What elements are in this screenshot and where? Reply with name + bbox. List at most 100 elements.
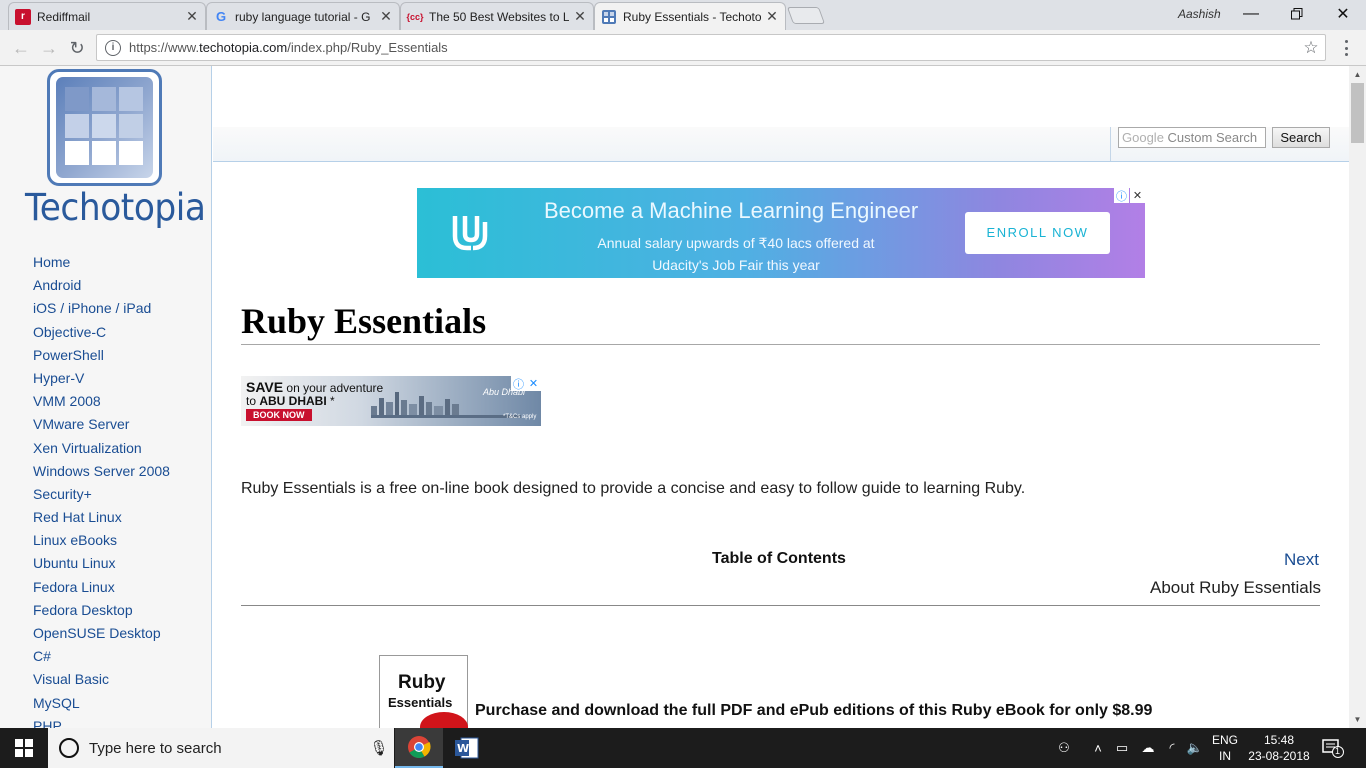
browser-toolbar: ← → ↻ i https://www.techotopia.com/index… bbox=[0, 30, 1366, 66]
svg-text:W: W bbox=[457, 742, 469, 755]
site-info-icon[interactable]: i bbox=[105, 39, 121, 56]
google-icon: G bbox=[215, 9, 227, 24]
close-icon[interactable]: ✕ bbox=[573, 8, 587, 25]
sidebar-item-visual-basic[interactable]: Visual Basic bbox=[33, 671, 170, 694]
sidebar-item-windows-server-2008[interactable]: Windows Server 2008 bbox=[33, 463, 170, 486]
udacity-banner-ad[interactable]: Become a Machine Learning Engineer Annua… bbox=[417, 188, 1145, 278]
ad-terms: *T&Cs apply bbox=[503, 414, 537, 420]
sidebar-item-ios-iphone-ipad[interactable]: iOS / iPhone / iPad bbox=[33, 300, 170, 323]
udacity-logo-icon bbox=[452, 216, 488, 251]
nav-divider bbox=[241, 605, 1320, 606]
page-title: Ruby Essentials bbox=[241, 301, 487, 341]
ad-close-icon[interactable]: ✕ bbox=[526, 376, 541, 391]
ad-close-icon[interactable]: ✕ bbox=[1130, 188, 1145, 203]
taskbar-search-placeholder: Type here to search bbox=[89, 739, 222, 757]
techotopia-icon bbox=[601, 9, 617, 25]
sidebar-item-hyper-v[interactable]: Hyper-V bbox=[33, 370, 170, 393]
tab-50-best-websites[interactable]: {cc} The 50 Best Websites to L ✕ bbox=[400, 2, 594, 30]
scroll-up-icon[interactable]: ▲ bbox=[1349, 66, 1366, 83]
taskbar-search-box[interactable]: Type here to search 🎙 bbox=[48, 728, 394, 768]
abu-dhabi-banner-ad[interactable]: SAVE on your adventure to ABU DHABI * BO… bbox=[241, 376, 541, 426]
close-icon[interactable]: ✕ bbox=[379, 8, 393, 25]
tab-label: Rediffmail bbox=[37, 9, 91, 24]
sidebar-item-android[interactable]: Android bbox=[33, 277, 170, 300]
volume-icon[interactable]: 🔈 bbox=[1184, 728, 1206, 768]
windows-start-icon[interactable] bbox=[0, 728, 48, 768]
sidebar-item-linux-ebooks[interactable]: Linux eBooks bbox=[33, 532, 170, 555]
reload-icon[interactable]: ↻ bbox=[66, 37, 88, 59]
forward-arrow-icon[interactable]: → bbox=[38, 37, 60, 59]
new-tab-button[interactable] bbox=[786, 7, 826, 24]
chrome-taskbar-icon[interactable] bbox=[395, 728, 443, 768]
sidebar-item-home[interactable]: Home bbox=[33, 254, 170, 277]
tab-label: Ruby Essentials - Techoto bbox=[623, 9, 761, 24]
minimize-icon[interactable]: — bbox=[1228, 0, 1274, 28]
back-arrow-icon[interactable]: ← bbox=[10, 37, 32, 59]
restore-icon[interactable] bbox=[1274, 0, 1320, 28]
browser-tab-strip: r Rediffmail ✕ G ruby language tutorial … bbox=[0, 0, 1366, 30]
tab-rediffmail[interactable]: r Rediffmail ✕ bbox=[8, 2, 206, 30]
purchase-text[interactable]: Purchase and download the full PDF and e… bbox=[475, 702, 1152, 720]
address-bar[interactable]: i https://www.techotopia.com/index.php/R… bbox=[96, 34, 1326, 61]
wifi-icon[interactable]: ◜ bbox=[1162, 728, 1182, 768]
people-icon[interactable]: ⚇ bbox=[1052, 728, 1076, 768]
ad-subtext: Annual salary upwards of ₹40 lacs offere… bbox=[597, 235, 875, 273]
sidebar-item-fedora-desktop[interactable]: Fedora Desktop bbox=[33, 602, 170, 625]
windows-taskbar: Type here to search 🎙 W ⚇ ˄ ▭ ☁ ◜ 🔈 ENG … bbox=[0, 728, 1366, 768]
sidebar-item-vmm-2008[interactable]: VMM 2008 bbox=[33, 393, 170, 416]
close-icon[interactable]: ✕ bbox=[765, 8, 779, 25]
ruby-gem-icon bbox=[420, 712, 468, 728]
system-clock[interactable]: 15:48 23-08-2018 bbox=[1248, 732, 1310, 764]
word-taskbar-icon[interactable]: W bbox=[443, 728, 491, 768]
url-text[interactable]: https://www.techotopia.com/index.php/Rub… bbox=[129, 40, 1297, 55]
sidebar-item-c[interactable]: C# bbox=[33, 648, 170, 671]
header-divider bbox=[1110, 127, 1111, 161]
sidebar-item-powershell[interactable]: PowerShell bbox=[33, 347, 170, 370]
custom-search-input[interactable]: Google Custom Search bbox=[1118, 127, 1266, 148]
battery-icon[interactable]: ▭ bbox=[1112, 728, 1132, 768]
window-close-icon[interactable]: ✕ bbox=[1320, 0, 1366, 28]
onedrive-icon[interactable]: ☁ bbox=[1137, 728, 1159, 768]
sidebar-item-red-hat-linux[interactable]: Red Hat Linux bbox=[33, 509, 170, 532]
ad-line-1: SAVE on your adventure bbox=[246, 379, 384, 395]
action-center-icon[interactable]: 1 bbox=[1322, 738, 1344, 758]
search-button[interactable]: Search bbox=[1272, 127, 1330, 148]
next-link[interactable]: Next bbox=[1284, 550, 1319, 570]
close-icon[interactable]: ✕ bbox=[185, 8, 199, 25]
scroll-down-icon[interactable]: ▼ bbox=[1349, 711, 1366, 728]
bookmark-star-icon[interactable]: ☆ bbox=[1297, 38, 1325, 58]
sidebar-item-vmware-server[interactable]: VMware Server bbox=[33, 416, 170, 439]
scroll-thumb[interactable] bbox=[1351, 83, 1364, 143]
enroll-now-button[interactable]: ENROLL NOW bbox=[965, 212, 1110, 254]
input-language-indicator[interactable]: ENG IN bbox=[1210, 732, 1240, 764]
tab-label: ruby language tutorial - G bbox=[235, 9, 371, 24]
adchoices-icon[interactable]: ⓘ bbox=[1114, 188, 1129, 203]
codecademy-icon: {cc} bbox=[406, 11, 424, 22]
sidebar-item-xen-virtualization[interactable]: Xen Virtualization bbox=[33, 440, 170, 463]
adchoices-icon[interactable]: ⓘ bbox=[511, 376, 526, 391]
rediffmail-icon: r bbox=[15, 8, 31, 25]
techotopia-logo-icon[interactable] bbox=[47, 69, 162, 186]
sidebar-item-objective-c[interactable]: Objective-C bbox=[33, 324, 170, 347]
page-scrollbar[interactable]: ▲ ▼ bbox=[1349, 66, 1366, 728]
tab-label: The 50 Best Websites to L bbox=[429, 9, 569, 24]
next-page-title: About Ruby Essentials bbox=[1150, 578, 1322, 597]
sidebar-item-fedora-linux[interactable]: Fedora Linux bbox=[33, 579, 170, 602]
sidebar-item-ubuntu-linux[interactable]: Ubuntu Linux bbox=[33, 555, 170, 578]
sidebar-item-security[interactable]: Security+ bbox=[33, 486, 170, 509]
chrome-menu-icon[interactable] bbox=[1336, 38, 1356, 58]
book-now-button[interactable]: BOOK NOW bbox=[246, 409, 312, 421]
notification-count: 1 bbox=[1335, 746, 1341, 756]
show-hidden-icons-icon[interactable]: ˄ bbox=[1090, 728, 1106, 768]
sidebar-item-mysql[interactable]: MySQL bbox=[33, 695, 170, 718]
sidebar-item-php[interactable]: PHP bbox=[33, 718, 170, 728]
table-of-contents-link[interactable]: Table of Contents bbox=[712, 550, 846, 568]
microphone-icon[interactable]: 🎙 bbox=[364, 739, 394, 757]
tab-google-search[interactable]: G ruby language tutorial - G ✕ bbox=[206, 2, 400, 30]
sidebar-item-opensuse-desktop[interactable]: OpenSUSE Desktop bbox=[33, 625, 170, 648]
tab-ruby-essentials[interactable]: Ruby Essentials - Techoto ✕ bbox=[594, 2, 786, 30]
profile-name[interactable]: Aashish bbox=[1178, 7, 1221, 21]
ad-line-2: to ABU DHABI * bbox=[246, 394, 335, 408]
logo-text[interactable]: Techotopia bbox=[25, 186, 206, 229]
book-cover-image[interactable]: Ruby Essentials bbox=[379, 655, 468, 728]
